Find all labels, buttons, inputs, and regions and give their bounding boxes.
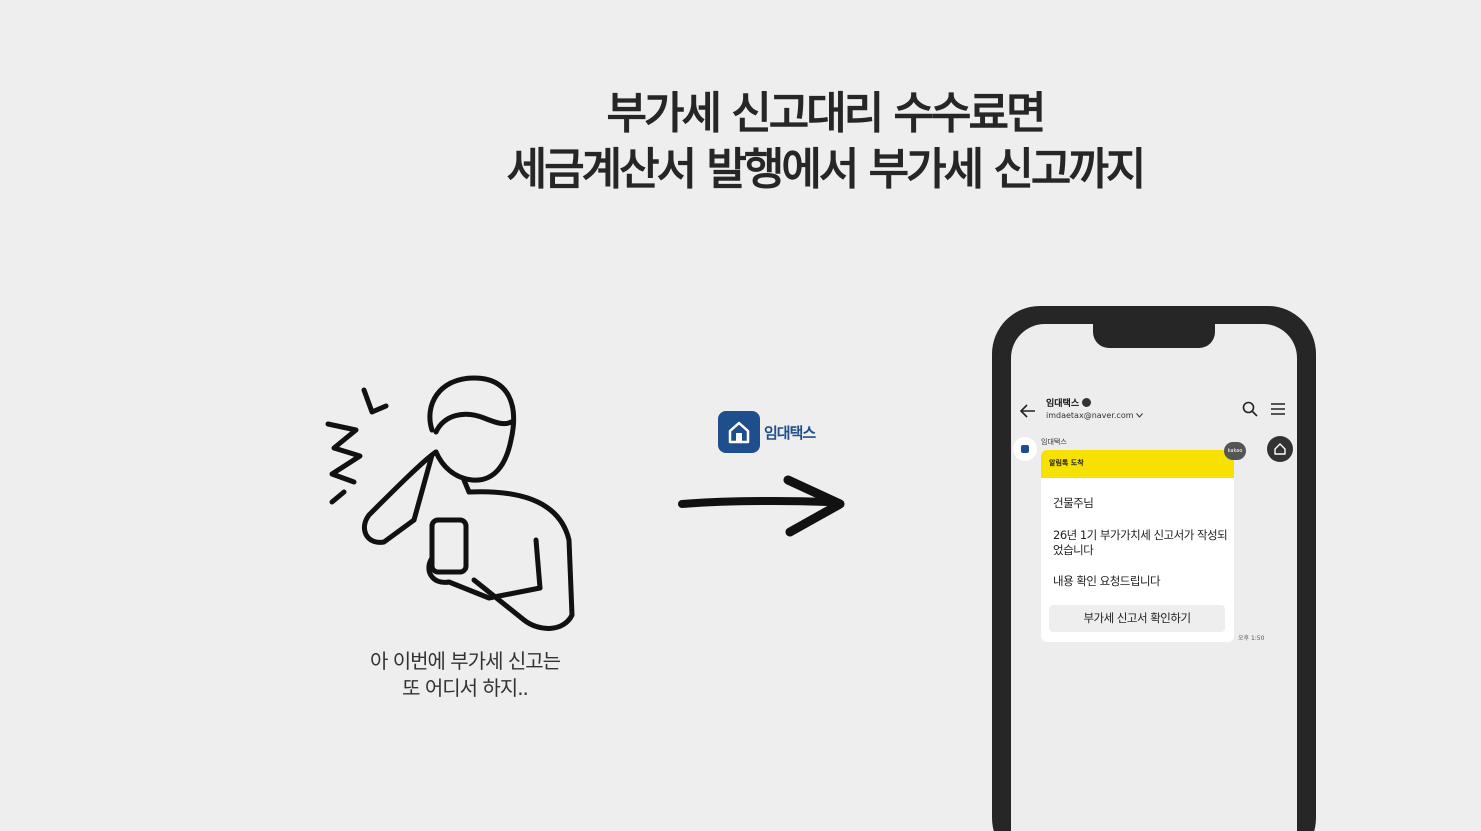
- channel-name: 임대택스: [1046, 396, 1092, 409]
- chat-header: 임대택스 imdaetax@naver.com: [1011, 392, 1297, 430]
- headline-line-1: 부가세 신고대리 수수료면: [606, 88, 1047, 139]
- brand-logo: 임대택스: [718, 411, 816, 453]
- channel-name-text: 임대택스: [1046, 399, 1080, 409]
- right-arrow-icon: [678, 475, 845, 537]
- brand-name: 임대택스: [764, 423, 816, 442]
- message-time: 오후 1:50: [1238, 635, 1265, 642]
- caption-line-2: 또 어디서 하지..: [402, 676, 529, 700]
- back-arrow-icon[interactable]: [1019, 402, 1037, 420]
- house-logo-icon: [718, 411, 760, 453]
- bubble-header: 알림톡 도착: [1041, 450, 1234, 478]
- home-icon: [1274, 443, 1286, 455]
- headline-line-2: 세금계산서 발행에서 부가세 신고까지: [506, 144, 1147, 195]
- phone-mockup: 임대택스 imdaetax@naver.com 임대택스 알림톡 도착 건물주님…: [992, 306, 1316, 831]
- slide: 부가세 신고대리 수수료면 세금계산서 발행에서 부가세 신고까지 아 이번에: [0, 0, 1481, 831]
- menu-icon[interactable]: [1271, 403, 1285, 415]
- phone-notch: [1093, 324, 1215, 348]
- headline: 부가세 신고대리 수수료면 세금계산서 발행에서 부가세 신고까지: [0, 86, 1481, 198]
- chevron-down-icon: [1136, 413, 1143, 418]
- msg-greeting: 건물주님: [1053, 496, 1094, 510]
- avatar-logo: [1021, 445, 1029, 453]
- msg-body: 26년 1기 부가가치세 신고서가 작성되었습니다: [1053, 528, 1228, 557]
- channel-avatar: [1013, 437, 1037, 461]
- confirm-report-button[interactable]: 부가세 신고서 확인하기: [1049, 605, 1225, 632]
- caption-line-1: 아 이번에 부가세 신고는: [369, 649, 561, 673]
- msg-request: 내용 확인 요청드립니다: [1053, 574, 1161, 588]
- sender-name: 임대택스: [1041, 438, 1067, 446]
- home-button[interactable]: [1267, 436, 1293, 462]
- kakao-badge: kakao: [1224, 442, 1246, 460]
- alimtalk-bubble: 알림톡 도착 건물주님 26년 1기 부가가치세 신고서가 작성되었습니다 내용…: [1041, 450, 1234, 642]
- person-caption: 아 이번에 부가세 신고는 또 어디서 하지..: [330, 648, 600, 702]
- channel-email-text: imdaetax@naver.com: [1046, 411, 1134, 420]
- channel-email[interactable]: imdaetax@naver.com: [1046, 411, 1143, 420]
- stressed-person-illustration: [325, 375, 575, 631]
- phone-screen: 임대택스 imdaetax@naver.com 임대택스 알림톡 도착 건물주님…: [1011, 324, 1297, 831]
- search-icon[interactable]: [1242, 401, 1258, 417]
- verified-icon: [1082, 398, 1092, 407]
